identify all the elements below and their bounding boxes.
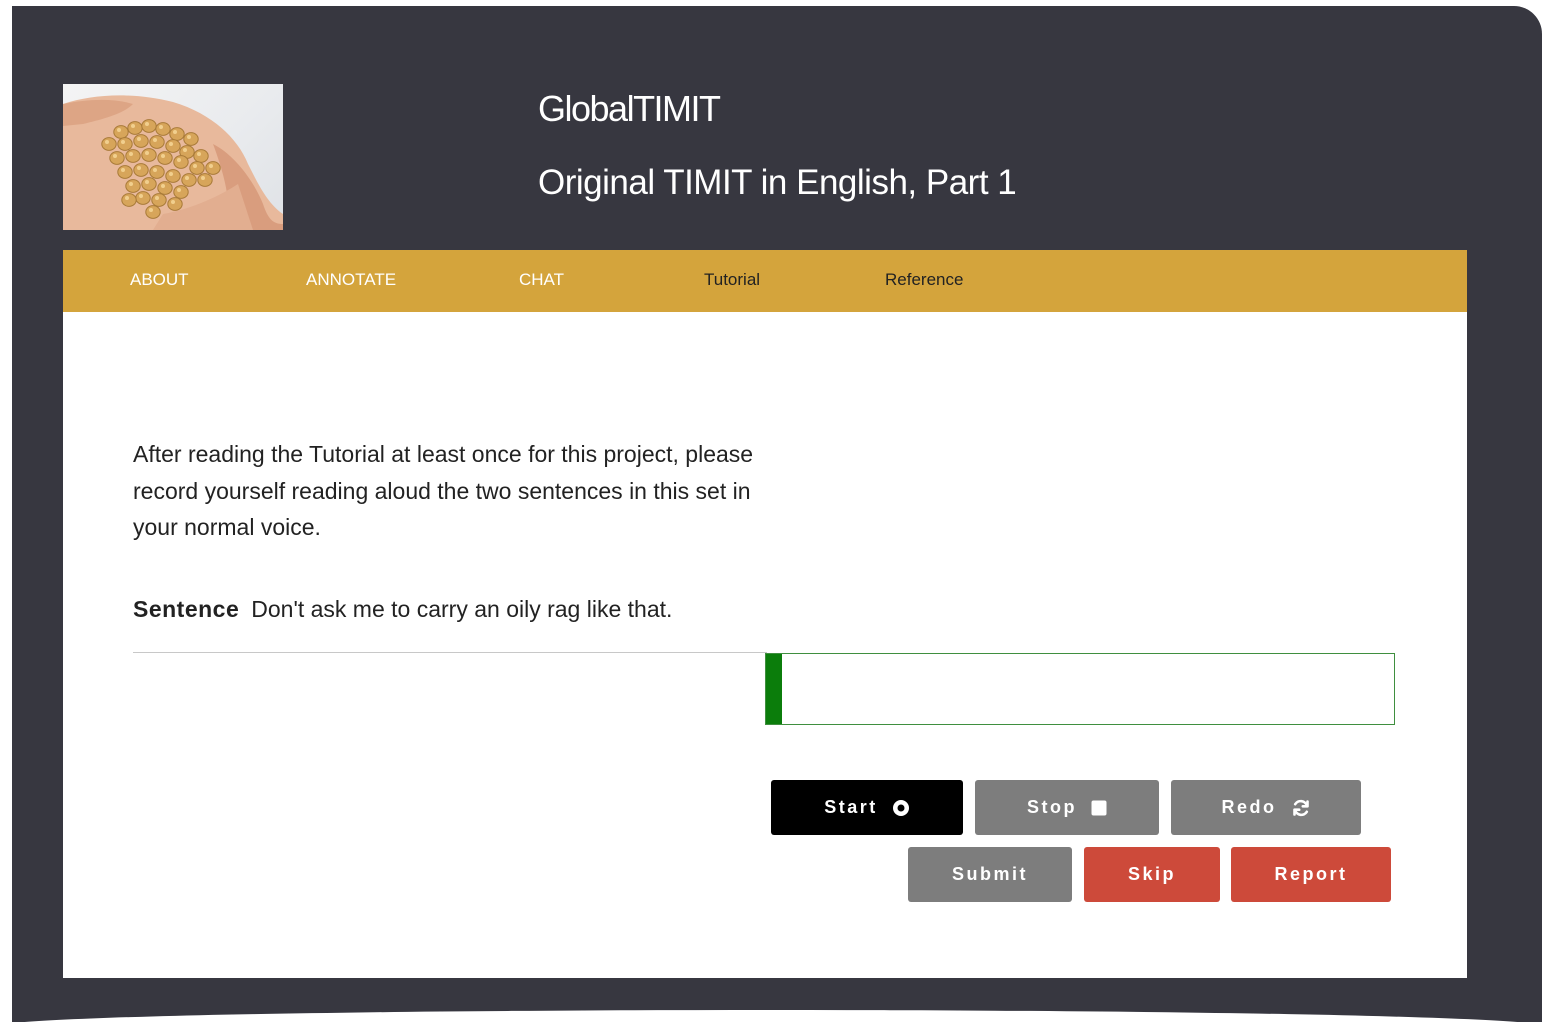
sentence-label: Sentence	[133, 596, 240, 622]
nav-reference[interactable]: Reference	[885, 270, 963, 290]
stop-icon	[1091, 800, 1107, 816]
submit-button[interactable]: Submit	[908, 847, 1072, 902]
report-button[interactable]: Report	[1231, 847, 1391, 902]
stop-button[interactable]: Stop	[975, 780, 1159, 835]
skip-button[interactable]: Skip	[1084, 847, 1220, 902]
nav-chat[interactable]: CHAT	[519, 270, 564, 290]
record-icon	[892, 799, 910, 817]
instructions-text: After reading the Tutorial at least once…	[133, 441, 754, 540]
divider	[133, 652, 767, 653]
stop-button-label: Stop	[1027, 797, 1077, 817]
chickpeas-in-hand-image	[63, 95, 283, 230]
nav-tutorial[interactable]: Tutorial	[704, 270, 760, 290]
project-subtitle: Original TIMIT in English, Part 1	[538, 163, 1017, 202]
sentence-row: Sentence Don't ask me to carry an oily ra…	[133, 596, 672, 623]
nav-annotate[interactable]: ANNOTATE	[306, 270, 396, 290]
nav-about[interactable]: ABOUT	[130, 270, 189, 290]
sentence-text: Don't ask me to carry an oily rag like t…	[251, 596, 673, 622]
refresh-icon	[1291, 798, 1311, 818]
redo-button-label: Redo	[1221, 797, 1277, 817]
main-navbar: ABOUT ANNOTATE CHAT Tutorial Reference	[63, 250, 1467, 312]
recording-level-meter	[765, 653, 1395, 725]
project-logo	[63, 84, 283, 230]
start-button-label: Start	[824, 797, 878, 817]
redo-button[interactable]: Redo	[1171, 780, 1361, 835]
start-button[interactable]: Start	[771, 780, 963, 835]
content-panel: After reading the Tutorial at least once…	[63, 312, 1467, 978]
site-title: GlobalTIMIT	[538, 88, 721, 129]
recording-level-fill	[766, 654, 782, 724]
